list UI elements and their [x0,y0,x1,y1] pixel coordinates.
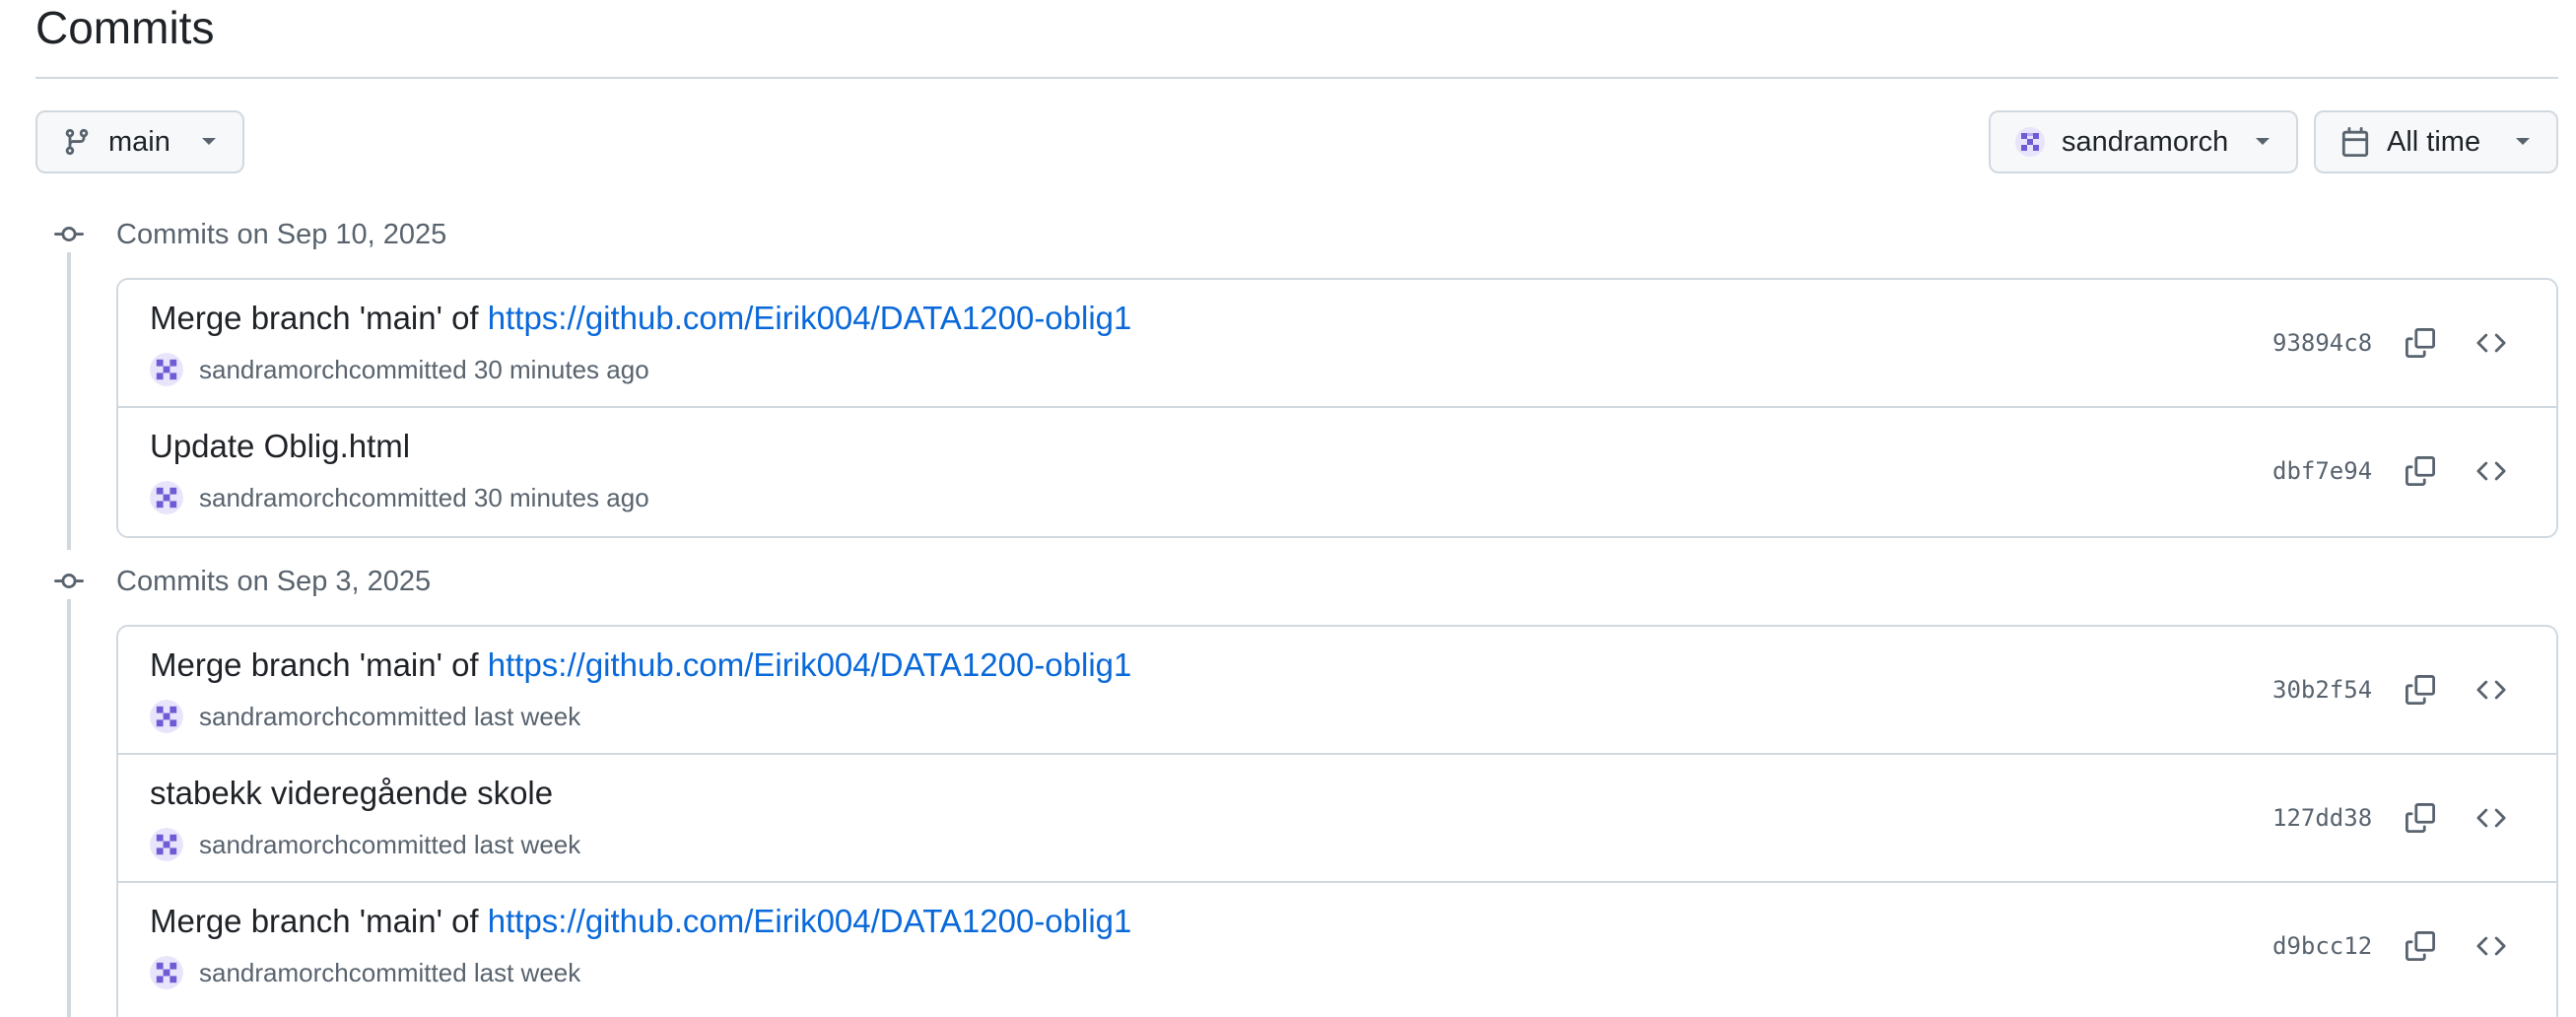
caret-down-icon [195,128,223,156]
author-label: sandramorch [2062,125,2229,158]
browse-code-icon[interactable] [2468,666,2515,713]
commit-group-date: Commits on Sep 10, 2025 [116,218,447,250]
commit-row: Merge branch 'main' of https://github.co… [118,280,2556,408]
avatar[interactable] [150,828,183,861]
commit-message[interactable]: Merge branch 'main' of https://github.co… [150,646,1131,684]
time-range-button[interactable]: All time [2314,110,2558,173]
commit-time: committed last week [348,701,581,731]
commit-message[interactable]: stabekk videregående skole [150,775,553,812]
commit-meta: sandramorch committed 30 minutes ago [150,481,649,514]
title-divider [35,77,2558,79]
commit-author[interactable]: sandramorch [199,702,349,732]
commit-time: committed 30 minutes ago [348,482,649,512]
copy-icon[interactable] [2397,319,2444,367]
git-commit-icon [51,217,87,252]
browse-code-icon[interactable] [2468,794,2515,842]
commit-message[interactable]: Merge branch 'main' of https://github.co… [150,300,1131,337]
avatar[interactable] [150,956,183,989]
commit-row: Merge branch 'main' of https://github.co… [118,627,2556,755]
commit-meta: sandramorch committed 30 minutes ago [150,353,649,386]
commit-message[interactable]: Update Oblig.html [150,428,410,465]
branch-label: main [108,125,170,158]
commit-list: Merge branch 'main' of https://github.co… [116,625,2558,1017]
commit-group-header: Commits on Sep 10, 2025 [51,215,446,254]
commit-group-date: Commits on Sep 3, 2025 [116,565,432,597]
copy-icon[interactable] [2397,447,2444,495]
avatar[interactable] [150,353,183,386]
commit-message[interactable]: Merge branch 'main' of https://github.co… [150,903,1131,940]
commit-group-header: Commits on Sep 3, 2025 [51,562,431,601]
commit-time: committed last week [348,957,581,987]
commit-sha[interactable]: 30b2f54 [2272,672,2372,708]
commit-list: Merge branch 'main' of https://github.co… [116,278,2558,538]
caret-down-icon [2249,128,2276,156]
browse-code-icon[interactable] [2468,319,2515,367]
branch-selector-button[interactable]: main [35,110,244,173]
avatar[interactable] [150,700,183,733]
commit-message-link[interactable]: https://github.com/Eirik004/DATA1200-obl… [488,300,1132,336]
commit-sha[interactable]: d9bcc12 [2272,928,2372,964]
avatar[interactable] [150,481,183,514]
commit-author[interactable]: sandramorch [199,355,349,385]
commit-row: Update Oblig.html sandramorch committed … [118,408,2556,536]
commit-message-link[interactable]: https://github.com/Eirik004/DATA1200-obl… [488,903,1132,939]
commit-meta: sandramorch committed last week [150,700,580,733]
commit-row: stabekk videregående skole sandramorch c… [118,755,2556,883]
calendar-icon [2339,126,2371,158]
page-title: Commits [35,2,215,53]
commit-message-link[interactable]: https://github.com/Eirik004/DATA1200-obl… [488,646,1132,683]
copy-icon[interactable] [2397,922,2444,970]
commit-meta: sandramorch committed last week [150,828,580,861]
commit-sha[interactable]: dbf7e94 [2272,453,2372,489]
timeline-line [67,252,71,550]
author-filter-button[interactable]: sandramorch [1989,110,2298,173]
commit-time: committed 30 minutes ago [348,354,649,384]
commit-sha[interactable]: 127dd38 [2272,800,2372,836]
commit-sha[interactable]: 93894c8 [2272,325,2372,361]
caret-down-icon [2509,128,2537,156]
copy-icon[interactable] [2397,666,2444,713]
copy-icon[interactable] [2397,794,2444,842]
git-commit-icon [51,564,87,599]
browse-code-icon[interactable] [2468,922,2515,970]
git-branch-icon [61,126,93,158]
commit-row: Merge branch 'main' of https://github.co… [118,883,2556,1011]
browse-code-icon[interactable] [2468,447,2515,495]
time-range-label: All time [2387,125,2481,158]
commit-author[interactable]: sandramorch [199,958,349,988]
commit-author[interactable]: sandramorch [199,483,349,513]
timeline-line [67,599,71,1017]
avatar [2014,126,2046,158]
commit-meta: sandramorch committed last week [150,956,580,989]
commit-author[interactable]: sandramorch [199,830,349,860]
commit-time: committed last week [348,829,581,859]
